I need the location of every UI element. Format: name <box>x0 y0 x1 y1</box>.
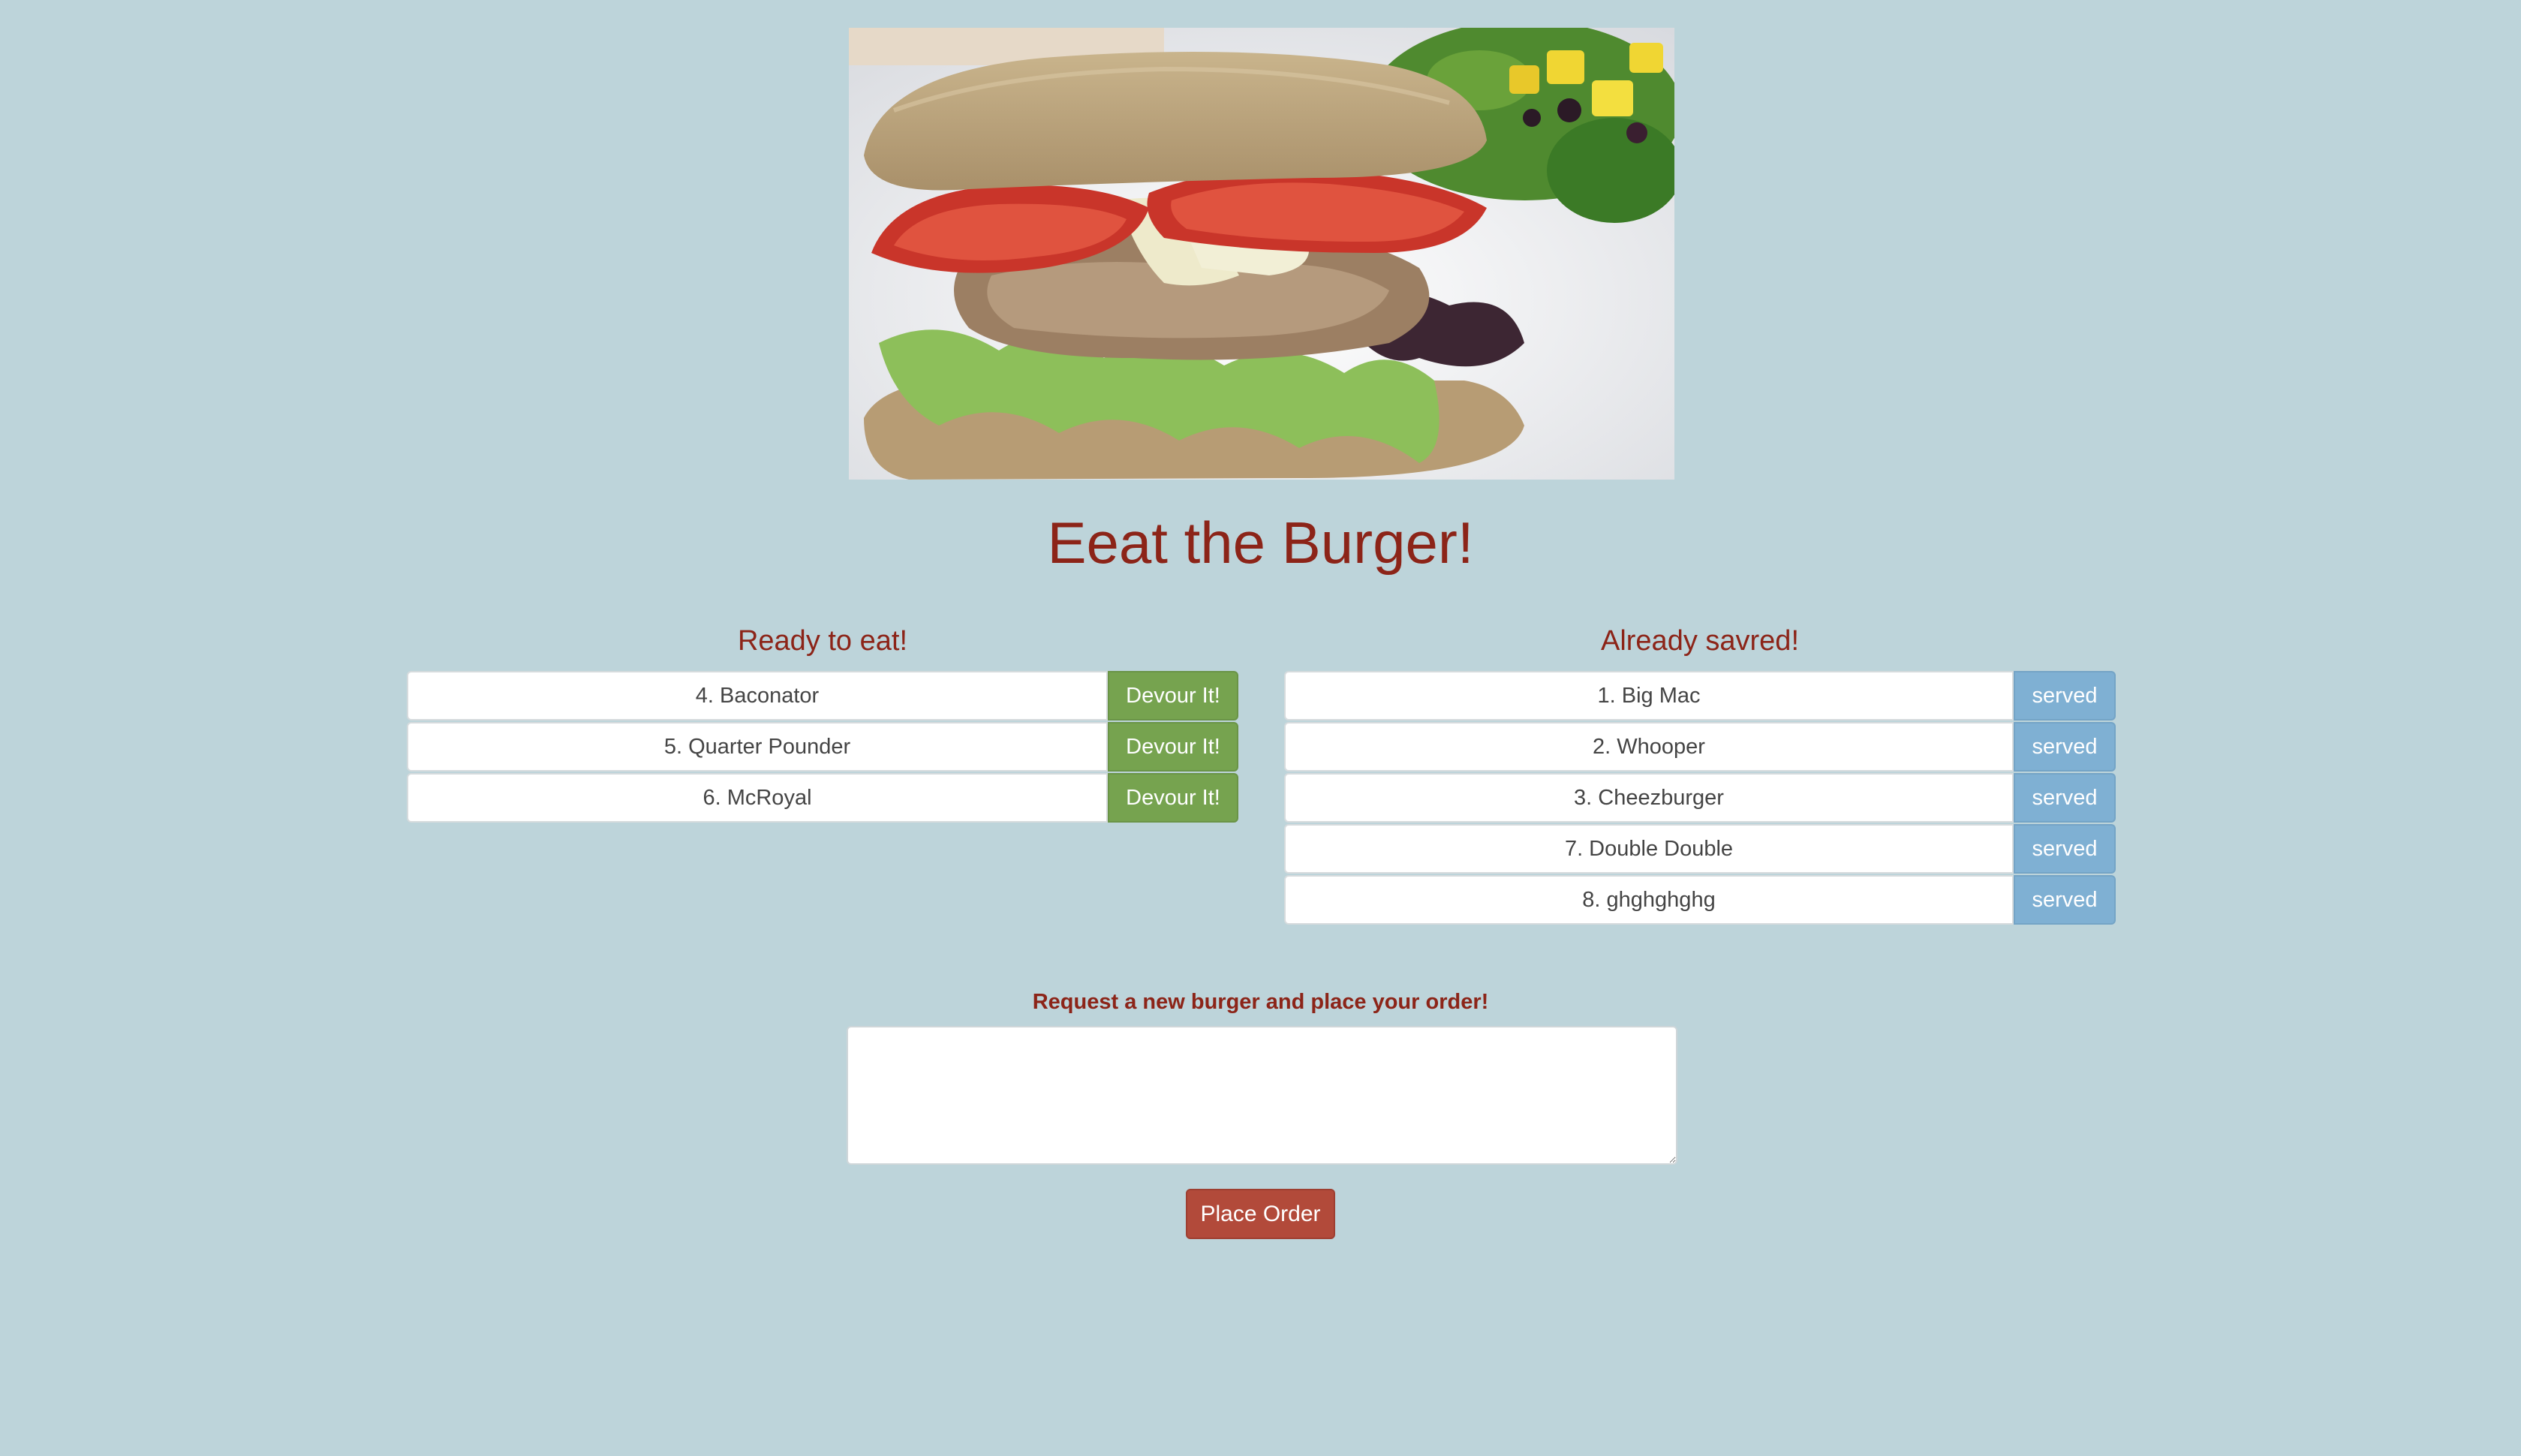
list-item: 6. McRoyal Devour It! <box>407 773 1238 823</box>
burger-name: 8. ghghghghg <box>1284 875 2014 925</box>
order-prompt: Request a new burger and place your orde… <box>1032 990 1489 1014</box>
burger-name: 4. Baconator <box>407 671 1108 720</box>
burger-name: 3. Cheezburger <box>1284 773 2014 823</box>
served-button[interactable]: served <box>2014 875 2116 925</box>
list-item: 2. Whooper served <box>1284 722 2116 772</box>
devour-button[interactable]: Devour It! <box>1108 722 1238 772</box>
burger-name: 7. Double Double <box>1284 824 2014 874</box>
page-title: Eeat the Burger! <box>1047 510 1474 576</box>
list-item: 3. Cheezburger served <box>1284 773 2116 823</box>
served-button[interactable]: served <box>2014 824 2116 874</box>
burger-name: 6. McRoyal <box>407 773 1108 823</box>
place-order-button[interactable]: Place Order <box>1186 1189 1335 1239</box>
served-list: 1. Big Mac served 2. Whooper served 3. C… <box>1284 671 2116 926</box>
ready-list: 4. Baconator Devour It! 5. Quarter Pound… <box>407 671 1238 824</box>
list-item: 7. Double Double served <box>1284 824 2116 874</box>
served-button[interactable]: served <box>2014 773 2116 823</box>
served-button[interactable]: served <box>2014 722 2116 772</box>
burger-name: 1. Big Mac <box>1284 671 2014 720</box>
ready-heading: Ready to eat! <box>737 625 908 657</box>
list-item: 8. ghghghghg served <box>1284 875 2116 925</box>
served-heading: Already savred! <box>1600 625 1799 657</box>
burger-photo <box>849 28 1674 480</box>
list-item: 5. Quarter Pounder Devour It! <box>407 722 1238 772</box>
devour-button[interactable]: Devour It! <box>1108 671 1238 720</box>
list-item: 1. Big Mac served <box>1284 671 2116 720</box>
served-button[interactable]: served <box>2014 671 2116 720</box>
burger-request-input[interactable] <box>847 1026 1677 1165</box>
list-item: 4. Baconator Devour It! <box>407 671 1238 720</box>
burger-name: 2. Whooper <box>1284 722 2014 772</box>
burger-name: 5. Quarter Pounder <box>407 722 1108 772</box>
devour-button[interactable]: Devour It! <box>1108 773 1238 823</box>
